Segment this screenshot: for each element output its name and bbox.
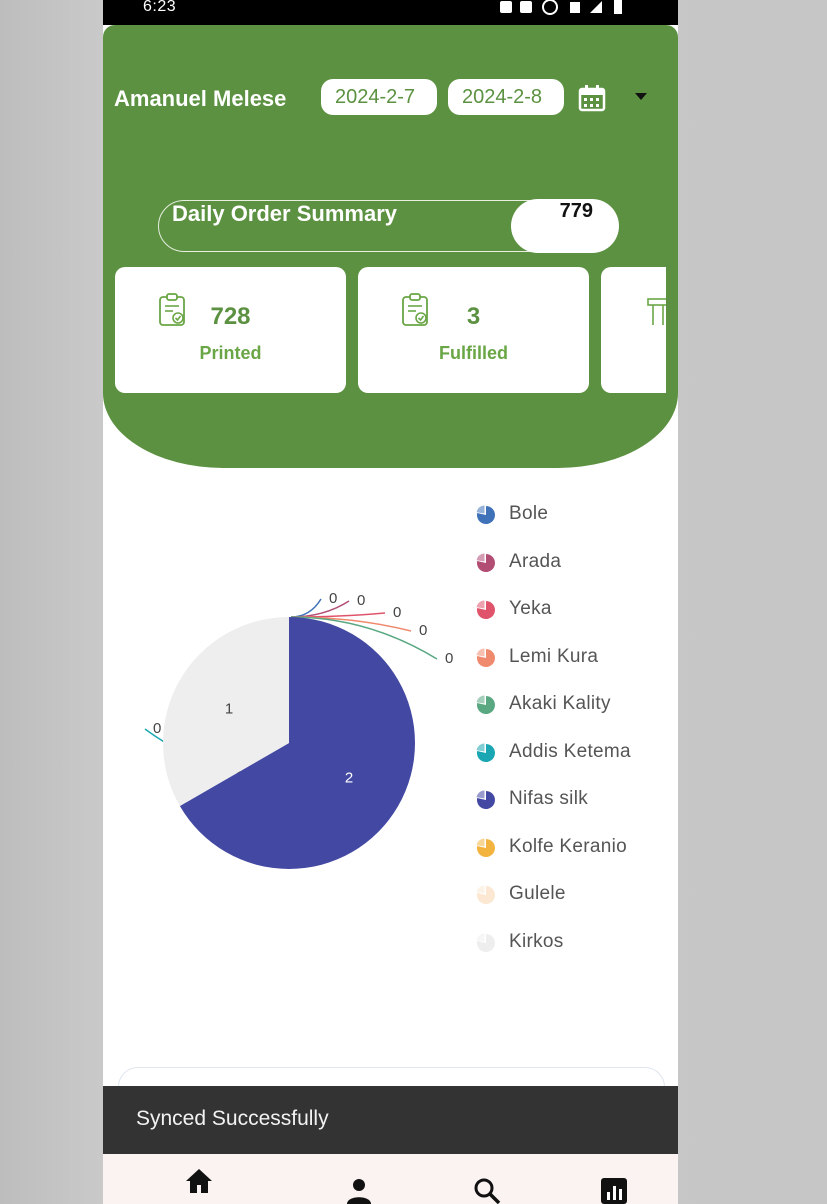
date-to-chip[interactable]: 2024-2-8 — [448, 79, 564, 115]
dropdown-caret-icon[interactable] — [635, 93, 647, 100]
pie-data-label: 0 — [393, 604, 401, 621]
pie-chart: 0000002001 — [103, 470, 453, 950]
status-bar: 6:23 — [103, 0, 678, 25]
pie-leader-line — [290, 600, 350, 618]
status-time: 6:23 — [143, 0, 177, 15]
search-icon[interactable] — [472, 1176, 502, 1204]
pie-data-label: 2 — [345, 770, 353, 787]
partial-card[interactable] — [601, 267, 666, 393]
chart-icon[interactable] — [599, 1176, 629, 1204]
pie-legend-icon — [476, 695, 495, 714]
legend-label: Gulele — [509, 883, 566, 904]
chart-legend: Bole Arada Yeka Lemi Kura Akaki Kality Addis … — [473, 490, 673, 980]
printed-count: 728 — [210, 303, 251, 330]
pie-legend-icon — [476, 505, 495, 524]
legend-label: Akaki Kality — [509, 693, 611, 714]
legend-label: Arada — [509, 550, 562, 572]
fulfilled-label: Fulfilled — [439, 343, 508, 363]
header-panel: Amanuel Melese 2024-2-7 2024-2-8 Daily O… — [103, 25, 678, 468]
pie-legend-icon — [476, 648, 495, 667]
summary-label: Daily Order Summary — [172, 201, 397, 226]
legend-label: Nifas silk — [509, 788, 589, 809]
snackbar-message: Synced Successfully — [136, 1107, 329, 1130]
legend-label: Addis Ketema — [509, 740, 631, 762]
signal-battery-icon — [500, 0, 622, 15]
person-icon[interactable] — [344, 1176, 374, 1204]
pie-legend-icon — [476, 553, 495, 572]
legend-label: Bole — [509, 503, 549, 524]
phone-screen: 6:23 Amanuel Melese 2024-2-7 2024-2-8 Da… — [103, 0, 678, 1204]
pie-legend-icon — [476, 838, 495, 857]
user-name: Amanuel Melese — [114, 86, 287, 111]
legend-label: Yeka — [509, 598, 552, 619]
printed-label: Printed — [199, 343, 262, 363]
notification-icons — [191, 0, 307, 16]
home-icon[interactable] — [184, 1166, 214, 1196]
date-from-chip[interactable]: 2024-2-7 — [321, 79, 437, 115]
calendar-icon[interactable] — [577, 83, 607, 113]
pie-legend-icon — [476, 933, 495, 952]
bottom-navigation — [103, 1154, 678, 1204]
pie-data-label: 0 — [329, 590, 337, 607]
pie-data-label: 0 — [153, 720, 161, 737]
snackbar: Synced Successfully — [103, 1086, 678, 1154]
fulfilled-count: 3 — [466, 303, 481, 330]
daily-order-summary: Daily Order Summary 779 — [158, 199, 619, 253]
summary-count: 779 — [559, 200, 593, 222]
pie-data-label: 0 — [445, 650, 453, 667]
pie-legend-icon — [476, 600, 495, 619]
pie-legend-icon — [476, 743, 495, 762]
pie-data-label: 0 — [357, 592, 365, 609]
printed-card[interactable]: 728 Printed — [115, 267, 346, 393]
pie-legend-icon — [476, 790, 495, 809]
pie-data-label: 1 — [225, 700, 233, 717]
system-status-icons — [498, 0, 638, 21]
fulfilled-card[interactable]: 3 Fulfilled — [358, 267, 589, 393]
pie-chart-svg: 0000002001 — [144, 590, 453, 869]
status-cards: 728 Printed 3 Fulfilled — [115, 267, 666, 393]
delivery-icon — [647, 298, 666, 325]
pie-data-label: 0 — [419, 622, 427, 639]
legend-label: Kolfe Keranio — [509, 835, 627, 857]
legend-label: Lemi Kura — [509, 645, 599, 667]
summary-count-badge: 779 — [511, 199, 619, 253]
legend-label: Kirkos — [509, 930, 564, 952]
pie-legend-icon — [476, 885, 495, 904]
